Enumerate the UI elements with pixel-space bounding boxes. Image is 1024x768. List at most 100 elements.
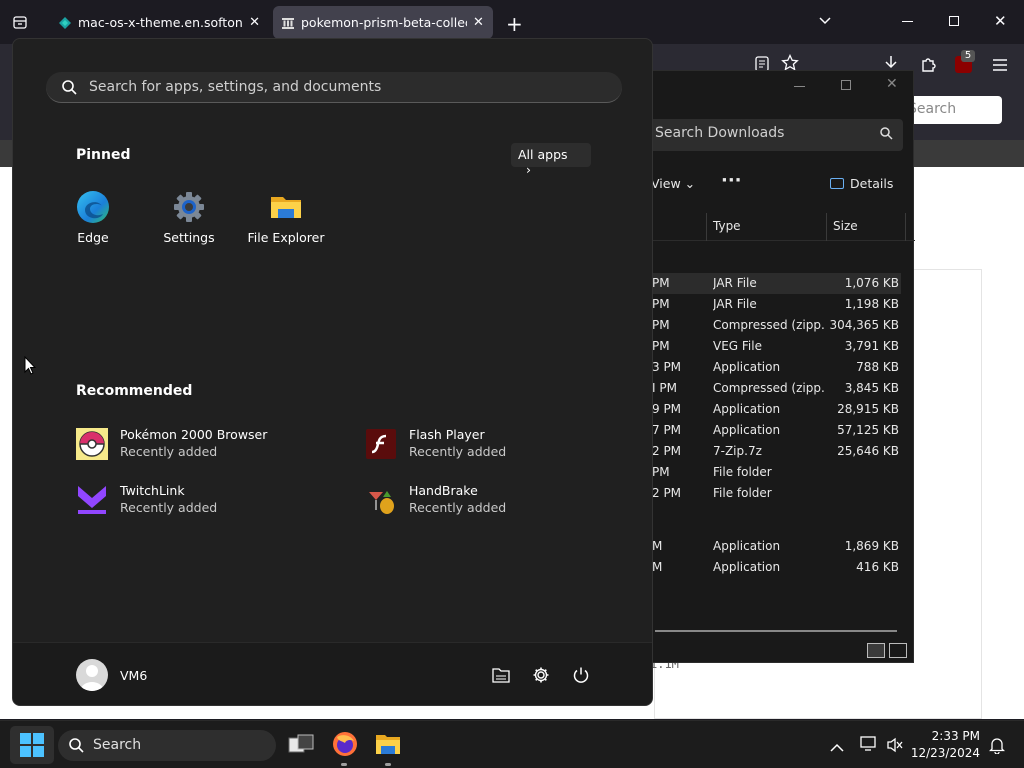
start-menu-footer: VM6 (13, 642, 652, 705)
row-size: 1,076 KB (844, 276, 899, 290)
new-tab-icon[interactable]: + (506, 12, 523, 36)
details-pane-button[interactable]: Details (830, 176, 893, 191)
pokeball-icon (76, 428, 108, 460)
mouse-cursor-icon (24, 355, 37, 380)
start-button[interactable] (10, 726, 54, 764)
taskbar: Search 2:33 PM 12/23/2024 (0, 720, 1024, 768)
user-name: VM6 (120, 668, 148, 683)
row-date: 9 PM (652, 402, 682, 416)
row-date: 3 PM (652, 360, 682, 374)
restore-icon[interactable] (949, 16, 959, 26)
row-size: 304,365 KB (829, 318, 899, 332)
start-search-input[interactable]: Search for apps, settings, and documents (46, 72, 622, 103)
extensions-icon[interactable] (920, 55, 938, 77)
recommended-item[interactable]: HandBrake Recently added (365, 482, 625, 522)
pinned-app-label: Edge (77, 230, 109, 245)
page-search-input[interactable]: Search (900, 96, 1002, 124)
user-account-button[interactable]: VM6 (76, 659, 276, 693)
firefox-taskbar-icon[interactable] (332, 731, 358, 761)
file-explorer-taskbar-icon[interactable] (375, 732, 401, 760)
column-divider (905, 213, 906, 241)
tab-pokemon-prism[interactable]: pokemon-prism-beta-collection ✕ (273, 6, 493, 39)
details-label: Details (850, 176, 894, 191)
twitchlink-icon (76, 484, 108, 516)
documents-folder-icon[interactable] (492, 667, 510, 687)
details-view-icon[interactable] (867, 643, 885, 658)
column-size-header[interactable]: Size (833, 219, 858, 233)
task-view-icon[interactable] (288, 733, 314, 759)
clock-date[interactable]: 12/23/2024 (900, 746, 980, 760)
start-search-placeholder: Search for apps, settings, and documents (89, 79, 382, 95)
recommended-item-sub: Recently added (409, 444, 507, 459)
all-apps-button[interactable]: All apps › (511, 143, 591, 177)
close-window-icon[interactable]: ✕ (994, 12, 1007, 30)
row-size: 416 KB (856, 560, 899, 574)
recommended-item-sub: Recently added (120, 500, 218, 515)
row-date: PM (652, 339, 670, 353)
explorer-minimize-icon[interactable] (794, 86, 805, 87)
all-apps-label: All apps (518, 147, 568, 162)
taskbar-search-box[interactable]: Search (58, 730, 276, 761)
pinned-app-settings[interactable]: Settings (144, 190, 234, 245)
recommended-item[interactable]: TwitchLink Recently added (76, 482, 336, 522)
archive-favicon-icon (281, 16, 295, 30)
recommended-item-name: Pokémon 2000 Browser (120, 427, 268, 442)
row-size: 28,915 KB (837, 402, 899, 416)
recommended-item[interactable]: Pokémon 2000 Browser Recently added (76, 426, 336, 466)
horizontal-scrollbar[interactable] (655, 630, 897, 632)
row-type: VEG File (713, 339, 762, 353)
row-size: 788 KB (856, 360, 899, 374)
row-type: Compressed (zipp... (713, 318, 825, 332)
row-type: JAR File (713, 276, 757, 290)
row-date: M (652, 539, 663, 553)
view-label: View (651, 176, 681, 191)
pinned-app-file-explorer[interactable]: File Explorer (241, 190, 331, 245)
details-pane-icon (830, 178, 844, 189)
close-tab-icon[interactable]: ✕ (473, 15, 484, 30)
hamburger-menu-icon[interactable] (992, 57, 1008, 76)
clock-time[interactable]: 2:33 PM (900, 729, 980, 743)
view-menu-button[interactable]: View ⌄ (651, 176, 695, 191)
search-icon (62, 80, 77, 99)
row-size: 1,869 KB (844, 539, 899, 553)
tab-list-icon[interactable] (12, 14, 28, 30)
explorer-close-icon[interactable]: ✕ (886, 76, 898, 92)
row-date: PM (652, 276, 670, 290)
power-icon[interactable] (572, 666, 590, 688)
network-icon[interactable] (860, 736, 878, 756)
recommended-title: Recommended (76, 383, 193, 399)
recommended-item-sub: Recently added (409, 500, 507, 515)
row-type: Application (713, 360, 781, 374)
settings-gear-icon (172, 190, 206, 224)
tab-overflow-chevron-icon[interactable] (817, 13, 833, 33)
notification-bell-icon[interactable] (988, 736, 1006, 758)
explorer-search-input[interactable]: Search Downloads (645, 119, 903, 151)
tiles-view-icon[interactable] (889, 643, 907, 658)
column-type-header[interactable]: Type (713, 219, 741, 233)
close-tab-icon[interactable]: ✕ (249, 15, 260, 30)
softonic-favicon-icon (58, 16, 72, 30)
pinned-app-edge[interactable]: Edge (48, 190, 138, 245)
recommended-item[interactable]: Flash Player Recently added (365, 426, 625, 466)
explorer-maximize-icon[interactable] (841, 80, 851, 90)
tab-title: pokemon-prism-beta-collection (301, 15, 467, 30)
chevron-up-icon[interactable] (830, 738, 844, 757)
recommended-item-name: Flash Player (409, 427, 485, 442)
more-options-icon[interactable]: ··· (721, 170, 742, 191)
settings-gear-icon[interactable] (532, 666, 550, 688)
row-date: 2 PM (652, 486, 682, 500)
row-type: JAR File (713, 297, 757, 311)
search-icon (880, 127, 893, 144)
row-type: Application (713, 560, 781, 574)
row-size: 25,646 KB (837, 444, 899, 458)
row-date: PM (652, 465, 670, 479)
column-divider (826, 213, 827, 241)
taskbar-search-label: Search (93, 737, 142, 753)
row-type: Application (713, 539, 781, 553)
active-app-indicator (341, 763, 347, 766)
tab-softonic[interactable]: mac-os-x-theme.en.softonic.com ✕ (50, 6, 268, 39)
row-type: Compressed (zipp... (713, 381, 825, 395)
extension-badge: 5 (961, 50, 975, 62)
minimize-icon[interactable] (902, 21, 913, 22)
row-date: 2 PM (652, 444, 682, 458)
